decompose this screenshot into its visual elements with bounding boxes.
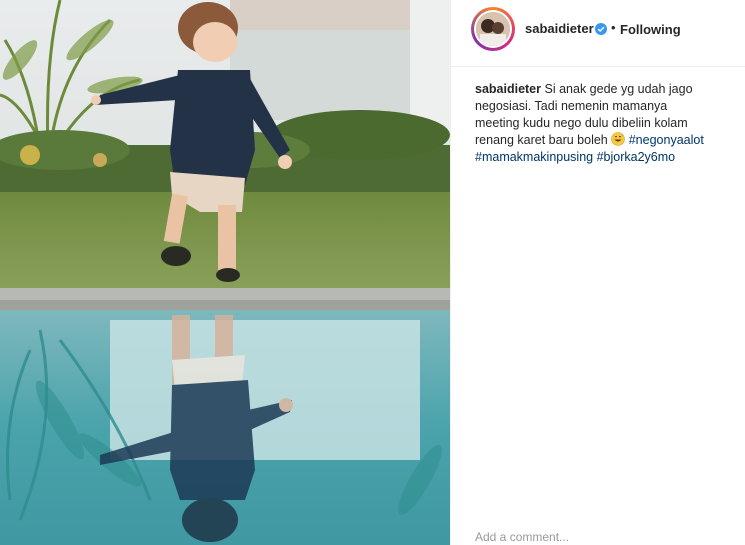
hashtag-link[interactable]: #bjorka2y6mo xyxy=(597,150,676,164)
header-separator: • xyxy=(611,20,616,35)
hashtag-link[interactable]: #negonyaalot xyxy=(629,133,704,147)
post-photo[interactable] xyxy=(0,0,450,545)
post-header: sabaidieter • Following xyxy=(451,0,745,67)
header-username[interactable]: sabaidieter xyxy=(525,21,594,36)
post-side-panel: sabaidieter • Following sabaidieter Si a… xyxy=(450,0,745,545)
photo-scene xyxy=(0,0,450,545)
post-caption: sabaidieter Si anak gede yg udah jago ne… xyxy=(475,81,715,166)
verified-badge-icon xyxy=(595,23,607,35)
caption-username[interactable]: sabaidieter xyxy=(475,82,541,96)
caption-text-line4: karet baru boleh xyxy=(517,133,608,147)
caption-text-line1: Si anak gede yg udah jago xyxy=(544,82,693,96)
grinning-sweat-emoji-icon xyxy=(611,132,626,146)
avatar-photo xyxy=(476,12,510,46)
following-button[interactable]: Following xyxy=(620,22,681,37)
add-comment-input[interactable]: Add a comment... xyxy=(475,530,569,544)
avatar[interactable] xyxy=(471,7,515,51)
hashtag-link[interactable]: #mamakmakinpusing xyxy=(475,150,593,164)
